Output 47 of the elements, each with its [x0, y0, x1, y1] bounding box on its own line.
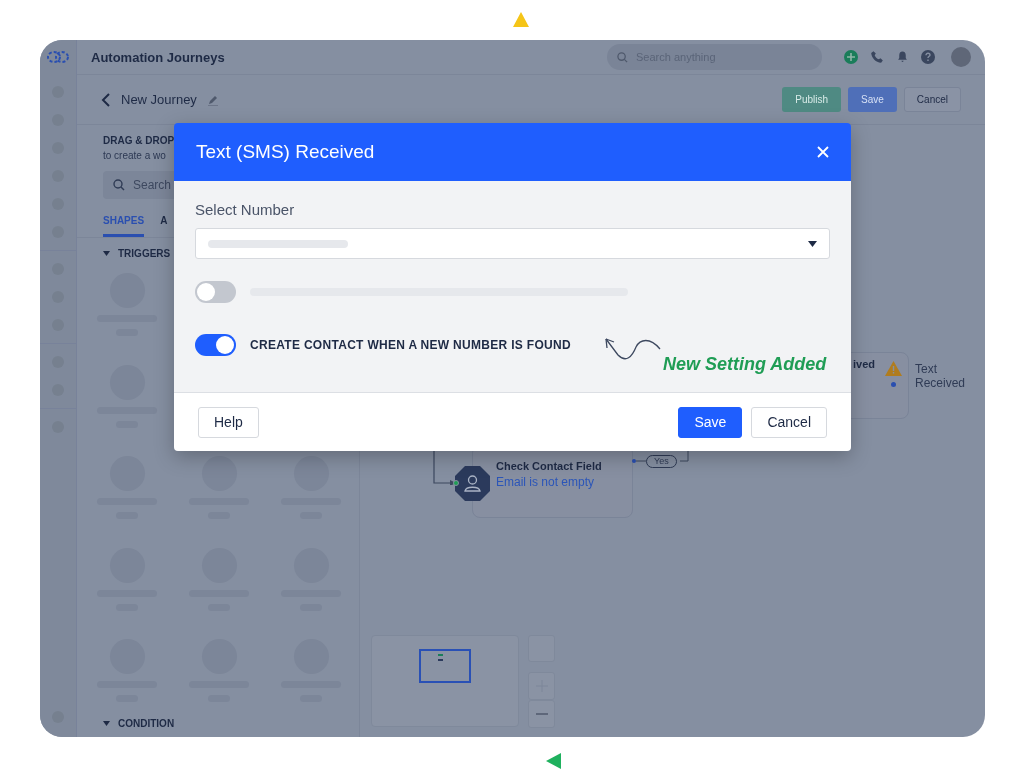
- app-title: Automation Journeys: [91, 49, 226, 65]
- number-dropdown[interactable]: [195, 228, 830, 259]
- toggle-label: CREATE CONTACT WHEN A NEW NUMBER IS FOUND: [250, 338, 571, 352]
- dialog-title: Text (SMS) Received: [196, 141, 375, 163]
- port-dot: [453, 480, 459, 486]
- panel-heading: DRAG & DROP: [102, 135, 175, 146]
- node-label: Text Received: [915, 362, 967, 390]
- phone-icon[interactable]: [870, 50, 884, 64]
- toggle-switch[interactable]: [195, 334, 236, 356]
- journey-title: New Journey: [121, 92, 197, 107]
- panel-tab[interactable]: SHAPES: [103, 215, 145, 237]
- field-label: Select Number: [195, 201, 296, 218]
- port-dot: [891, 382, 896, 387]
- help-icon[interactable]: [921, 50, 935, 64]
- section-toggle[interactable]: CONDITION: [77, 718, 359, 737]
- help-button[interactable]: Help: [198, 406, 259, 438]
- section-toggle[interactable]: TRIGGERS: [77, 238, 359, 259]
- save-button[interactable]: Save: [848, 87, 897, 112]
- triangle-icon: [546, 753, 561, 769]
- triangle-icon: [513, 12, 529, 27]
- node-title: ived: [853, 358, 875, 370]
- zoom-out-button[interactable]: [528, 700, 555, 728]
- avatar[interactable]: [951, 47, 971, 67]
- cancel-button[interactable]: Cancel: [751, 406, 827, 438]
- minus-icon: [535, 713, 548, 715]
- node-subtitle: Email is not empty: [496, 475, 595, 489]
- panel-subtitle: to create a wo: [103, 150, 166, 161]
- bell-icon[interactable]: [896, 50, 909, 64]
- search-icon: [617, 51, 628, 63]
- caret-icon: [808, 240, 817, 247]
- search-icon: [113, 179, 125, 191]
- add-icon[interactable]: [844, 50, 858, 64]
- close-button[interactable]: [817, 146, 829, 158]
- user-icon: [455, 466, 490, 501]
- warning-icon: [885, 361, 902, 376]
- viewport-frame: [419, 649, 471, 683]
- toggle-switch[interactable]: [195, 281, 236, 303]
- publish-button[interactable]: Publish: [782, 87, 842, 112]
- annotation: New Setting Added: [663, 354, 827, 375]
- connector-line: [631, 451, 691, 463]
- logo-icon: [46, 50, 70, 64]
- cancel-button[interactable]: Cancel: [903, 87, 961, 112]
- save-button[interactable]: Save: [678, 406, 743, 438]
- node-title: Check Contact Field: [496, 460, 602, 472]
- back-icon[interactable]: [101, 92, 111, 107]
- pencil-icon[interactable]: [206, 93, 219, 106]
- panel-tab[interactable]: A: [160, 215, 168, 237]
